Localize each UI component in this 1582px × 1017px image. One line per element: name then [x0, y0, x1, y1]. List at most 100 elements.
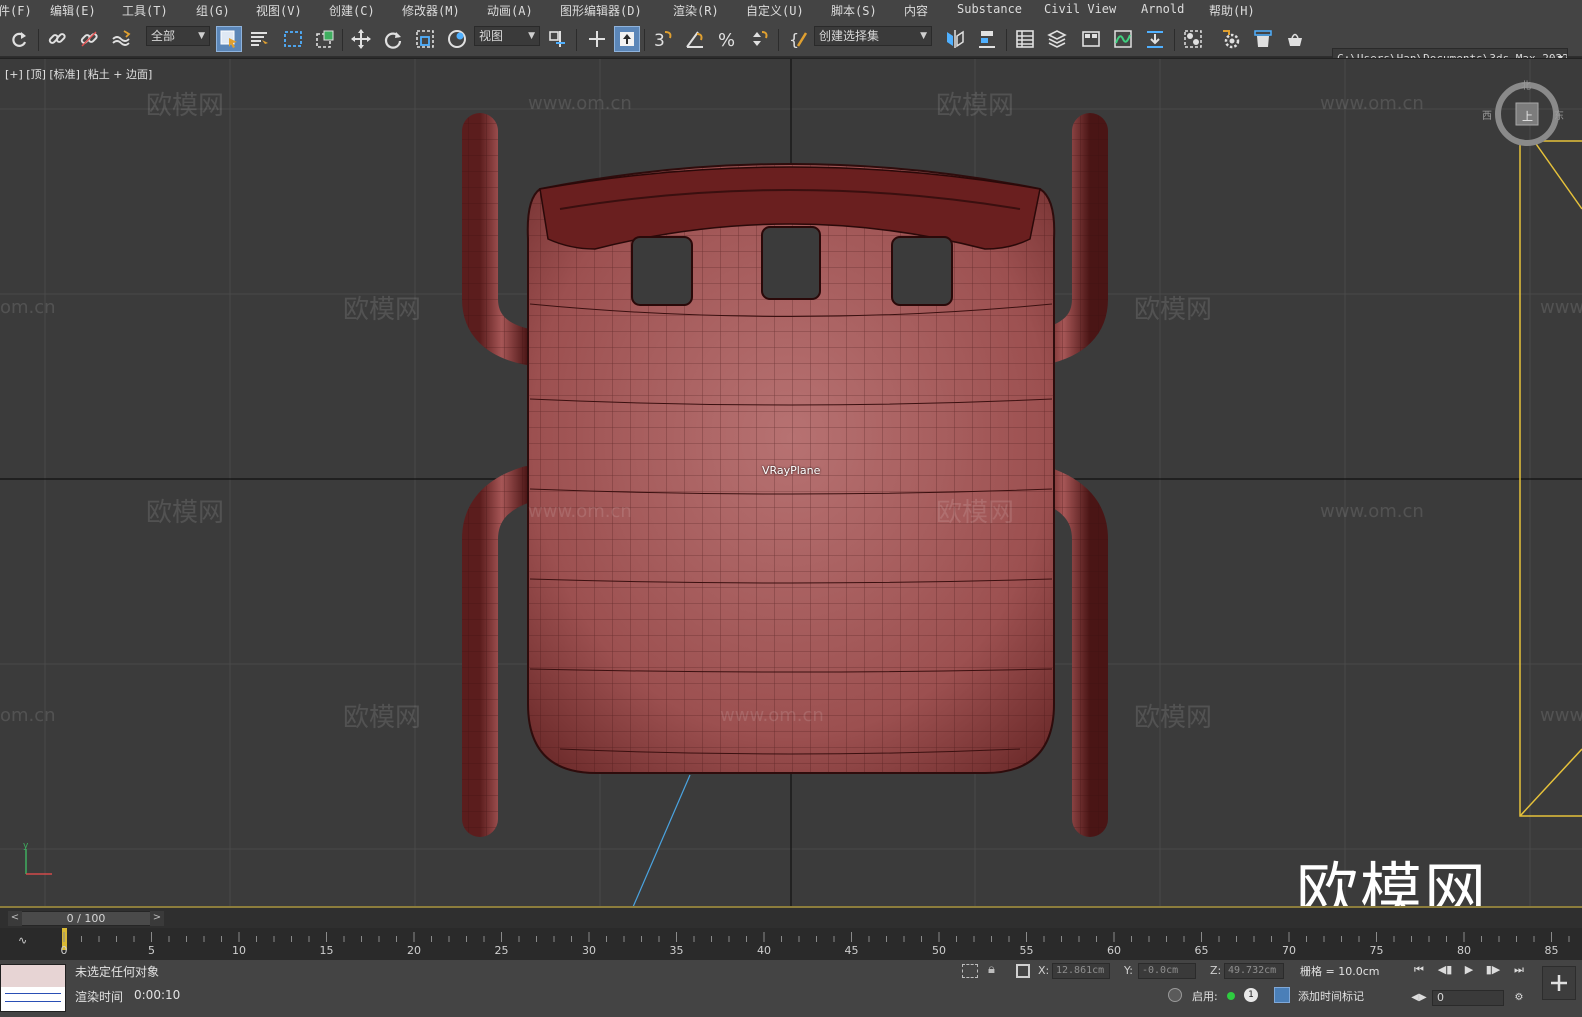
watermark-brand: 欧模网	[146, 91, 225, 121]
lock-icon[interactable]: 🔒︎	[988, 962, 995, 977]
menu-arnold[interactable]: Arnold	[1141, 2, 1184, 16]
scale-icon[interactable]	[412, 26, 438, 52]
add-time-tag[interactable]: 添加时间标记	[1298, 988, 1364, 1004]
scene-explorer-icon[interactable]	[1012, 26, 1038, 52]
current-frame-field[interactable]: 0	[1432, 990, 1504, 1006]
render-time-label: 渲染时间	[75, 990, 124, 1004]
viewcube-face-top[interactable]: 上	[1522, 108, 1533, 124]
viewport-label[interactable]: [+] [顶] [标准] [粘土 + 边面]	[5, 66, 152, 82]
schematic-view-icon[interactable]	[1142, 26, 1168, 52]
spinner-snap-icon[interactable]	[746, 26, 772, 52]
viewcube[interactable]: 北 西 东 上	[1482, 81, 1564, 147]
align-icon[interactable]	[974, 26, 1000, 52]
menu-bar: 文件(F) 编辑(E) 工具(T) 组(G) 视图(V) 创建(C) 修改器(M…	[0, 0, 1582, 20]
menu-customize[interactable]: 自定义(U)	[746, 2, 804, 19]
watermark-brand: 欧模网	[1134, 295, 1213, 325]
timeline-tick-label: 0	[60, 944, 68, 957]
maxscript-listener[interactable]	[0, 964, 66, 1012]
menu-tools[interactable]: 工具(T)	[122, 2, 168, 19]
y-coordinate-field[interactable]: -0.0cm	[1138, 963, 1196, 979]
z-coordinate-field[interactable]: 49.732cm	[1224, 963, 1284, 979]
viewport-scene: y	[0, 59, 1582, 906]
bind-space-warp-icon[interactable]	[108, 26, 134, 52]
svg-text:%: %	[718, 30, 735, 50]
rendered-frame-window-icon[interactable]	[1250, 26, 1276, 52]
timeline-tick-label: 10	[232, 944, 246, 957]
mirror-icon[interactable]	[942, 26, 968, 52]
adaptive-degradation-icon[interactable]	[1168, 988, 1182, 1002]
render-setup-icon[interactable]	[1218, 26, 1244, 52]
watermark-brand: 欧模网	[936, 498, 1015, 528]
timeline-tick-label: 20	[407, 944, 421, 957]
time-config-icon[interactable]: ⚙	[1510, 990, 1528, 1006]
redo-icon[interactable]	[6, 26, 32, 52]
go-to-end-icon[interactable]: ⏭	[1510, 962, 1528, 978]
menu-file[interactable]: 文件(F)	[0, 2, 32, 19]
menu-civil-view[interactable]: Civil View	[1044, 2, 1116, 16]
window-crossing-icon[interactable]	[312, 26, 338, 52]
move-icon[interactable]	[348, 26, 374, 52]
placement-icon[interactable]	[444, 26, 470, 52]
menu-content[interactable]: 内容	[904, 2, 928, 19]
menu-scripting[interactable]: 脚本(S)	[831, 2, 877, 19]
menu-create[interactable]: 创建(C)	[329, 2, 375, 19]
track-bar[interactable]: ∿ 0 5 10 15 20 25 30 35 40 45 50 55 60 65 70 75 80 85	[0, 928, 1582, 960]
menu-rendering[interactable]: 渲染(R)	[673, 2, 719, 19]
watermark-url: www.om.cn	[528, 93, 632, 114]
menu-view[interactable]: 视图(V)	[256, 2, 302, 19]
select-manipulate-icon[interactable]	[584, 26, 610, 52]
key-mode-icon[interactable]: ◀▶	[1410, 990, 1428, 1006]
snaps-toggle-icon[interactable]: 3	[650, 26, 676, 52]
compass-west: 西	[1482, 111, 1492, 122]
add-icon[interactable]	[1542, 966, 1576, 1000]
menu-animation[interactable]: 动画(A)	[487, 2, 533, 19]
timeline-tick-label: 35	[669, 944, 684, 957]
watermark-url: om.cn	[0, 705, 56, 726]
selection-filter-dropdown[interactable]: 全部 ▼	[146, 26, 210, 46]
top-viewport[interactable]: y 欧模网 www.om.cn 欧模网 www.om.cn om.cn 欧模网 …	[0, 58, 1582, 906]
enable-label: 启用:	[1192, 990, 1218, 1003]
time-slider[interactable]: < 0 / 100 >	[8, 911, 164, 926]
menu-modifiers[interactable]: 修改器(M)	[402, 2, 460, 19]
watermark-brand: 欧模网	[936, 91, 1015, 121]
watermark-brand: 欧模网	[146, 498, 225, 528]
menu-group[interactable]: 组(G)	[196, 2, 230, 19]
curve-editor-icon[interactable]	[1110, 26, 1136, 52]
layer-explorer-icon[interactable]	[1044, 26, 1070, 52]
prev-frame-icon[interactable]: <	[8, 911, 22, 926]
isolate-selection-icon[interactable]	[962, 964, 978, 978]
menu-help[interactable]: 帮助(H)	[1209, 2, 1255, 19]
pivot-center-icon[interactable]	[544, 26, 570, 52]
grid-size: 栅格 = 10.0cm	[1300, 965, 1380, 978]
keyboard-shortcut-override-icon[interactable]	[614, 26, 640, 52]
time-slider-bar: < 0 / 100 >	[0, 906, 1582, 928]
watermark-brand: 欧模网	[343, 703, 422, 733]
previous-key-icon[interactable]: ◀▮	[1436, 962, 1454, 978]
named-selection-dropdown[interactable]: 创建选择集 ▼	[814, 26, 932, 46]
menu-edit[interactable]: 编辑(E)	[50, 2, 96, 19]
x-coordinate-field[interactable]: 12.861cm	[1052, 963, 1110, 979]
edit-named-selection-icon[interactable]: {	[786, 26, 812, 52]
rotate-icon[interactable]	[380, 26, 406, 52]
absolute-mode-icon[interactable]	[1016, 964, 1030, 978]
angle-snap-icon[interactable]	[682, 26, 708, 52]
track-ruler[interactable]	[62, 928, 1582, 960]
time-tag-icon[interactable]	[1274, 987, 1290, 1003]
select-object-icon[interactable]	[216, 26, 242, 52]
menu-substance[interactable]: Substance	[957, 2, 1022, 16]
material-editor-icon[interactable]	[1180, 26, 1206, 52]
menu-graph-editors[interactable]: 图形编辑器(D)	[560, 2, 642, 19]
next-key-icon[interactable]: ▮▶	[1484, 962, 1502, 978]
next-frame-icon[interactable]: >	[150, 911, 164, 926]
unlink-icon[interactable]	[76, 26, 102, 52]
play-icon[interactable]: ▶	[1460, 962, 1478, 978]
select-by-name-icon[interactable]	[246, 26, 272, 52]
rectangular-selection-icon[interactable]	[280, 26, 306, 52]
link-icon[interactable]	[44, 26, 70, 52]
toggle-ribbon-icon[interactable]	[1078, 26, 1104, 52]
render-production-icon[interactable]	[1282, 26, 1308, 52]
reference-coordinate-dropdown[interactable]: 视图 ▼	[474, 26, 540, 46]
percent-snap-icon[interactable]: %	[714, 26, 740, 52]
curve-editor-mini-icon[interactable]: ∿	[18, 934, 27, 947]
go-to-start-icon[interactable]: ⏮	[1410, 962, 1428, 978]
